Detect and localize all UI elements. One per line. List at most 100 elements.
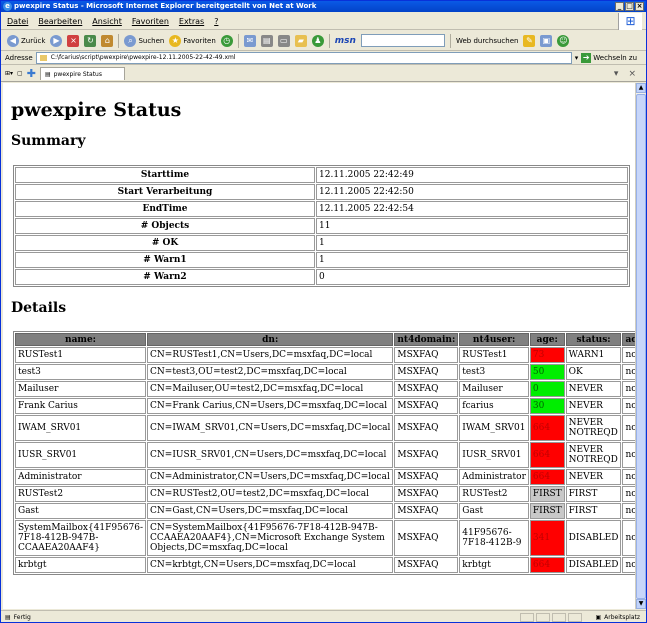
cell-domain: MSXFAQ <box>394 469 459 485</box>
minimize-button[interactable]: _ <box>615 2 624 11</box>
table-row: Gast CN=Gast,CN=Users,DC=msxfaq,DC=local M… <box>15 503 636 519</box>
col-nt4domain: nt4domain: <box>394 333 459 346</box>
cell-user: RUSTest1 <box>459 347 529 363</box>
search-button[interactable]: ⌕ Suchen <box>124 34 164 47</box>
tab-menu-icon[interactable]: ▾ <box>614 69 619 79</box>
edit-icon[interactable]: ▭ <box>277 34 290 47</box>
table-row: Administrator CN=Administrator,CN=Users,D… <box>15 469 636 485</box>
highlight-icon[interactable]: ✎ <box>523 34 536 47</box>
cell-status: DISABLED <box>565 520 622 556</box>
maximize-button[interactable]: □ <box>625 2 634 11</box>
msn-logo: msn <box>334 35 356 46</box>
cell-user: RUSTest2 <box>459 486 529 502</box>
scroll-down-icon[interactable]: ▼ <box>636 599 646 609</box>
cell-action: none <box>622 557 636 573</box>
cell-user: IWAM_SRV01 <box>459 415 529 441</box>
page-done-icon: ▤ <box>5 613 11 621</box>
add-tab-icon[interactable]: ✚ <box>27 67 36 80</box>
tab-close-icon[interactable]: × <box>628 69 636 79</box>
stop-icon[interactable]: × <box>67 34 80 47</box>
msn-search-combo[interactable] <box>360 34 445 47</box>
cell-domain: MSXFAQ <box>394 415 459 441</box>
cell-domain: MSXFAQ <box>394 503 459 519</box>
popup-blocker-icon[interactable]: ▣ <box>540 34 553 47</box>
details-table: name: dn: nt4domain: nt4user: age: statu… <box>13 331 636 575</box>
menu-datei[interactable]: Datei <box>7 17 28 26</box>
menu-favoriten[interactable]: Favoriten <box>132 17 169 26</box>
vertical-scrollbar[interactable]: ▲ ▼ <box>635 83 646 609</box>
forward-arrow-icon: ▶ <box>50 34 63 47</box>
home-icon[interactable]: ⌂ <box>101 34 114 47</box>
back-button[interactable]: ◀ Zurück <box>7 34 45 47</box>
ie-icon: e <box>3 2 12 11</box>
cell-status: FIRST <box>565 486 622 502</box>
title-bar: e pwexpire Status - Microsoft Internet E… <box>1 1 646 12</box>
messenger-icon[interactable]: ♟ <box>311 34 324 47</box>
cell-name: Gast <box>15 503 147 519</box>
cell-status: NEVER <box>565 469 622 485</box>
summary-value: 11 <box>316 218 628 234</box>
go-button[interactable]: ➔ Wechseln zu <box>581 52 637 63</box>
cell-age: 664 <box>529 557 565 573</box>
col-action: action: <box>622 333 636 346</box>
cell-action: none <box>622 486 636 502</box>
cell-name: Mailuser <box>15 381 147 397</box>
summary-value: 0 <box>316 269 628 285</box>
cell-name: test3 <box>15 364 147 380</box>
buddy-icon[interactable]: ☺ <box>557 34 570 47</box>
cell-status: FIRST <box>565 503 622 519</box>
cell-domain: MSXFAQ <box>394 364 459 380</box>
forward-button[interactable]: ▶ <box>50 34 63 47</box>
refresh-icon[interactable]: ↻ <box>84 34 97 47</box>
cell-dn: CN=RUSTest1,CN=Users,DC=msxfaq,DC=local <box>147 347 394 363</box>
favorites-button[interactable]: ★ Favoriten <box>169 34 216 47</box>
close-button[interactable]: × <box>635 2 644 11</box>
cell-user: Administrator <box>459 469 529 485</box>
zone-label: Arbeitsplatz <box>604 613 640 621</box>
tab-bar: ⊞▾ ▢ ✚ ▤ pwexpire Status ▾ × <box>1 66 646 82</box>
cell-dn: CN=Mailuser,OU=test2,DC=msxfaq,DC=local <box>147 381 394 397</box>
cell-user: Mailuser <box>459 381 529 397</box>
cell-domain: MSXFAQ <box>394 486 459 502</box>
summary-row: # Warn2 0 <box>15 269 628 285</box>
tab-pwexpire-status[interactable]: ▤ pwexpire Status <box>39 67 125 80</box>
cell-name: SystemMailbox{41F95676-7F18-412B-947B-CC… <box>15 520 147 556</box>
details-heading: Details <box>11 300 67 316</box>
cell-status: OK <box>565 364 622 380</box>
summary-value: 12.11.2005 22:42:54 <box>316 201 628 217</box>
tab-list-icon[interactable]: ⊞▾ <box>5 70 13 77</box>
star-icon: ★ <box>169 34 182 47</box>
cell-age: FIRST <box>529 503 565 519</box>
folder-icon[interactable]: ▰ <box>294 34 307 47</box>
table-row: IUSR_SRV01 CN=IUSR_SRV01,CN=Users,DC=msxf… <box>15 442 636 468</box>
menu-ansicht[interactable]: Ansicht <box>92 17 122 26</box>
cell-action: none <box>622 415 636 441</box>
cell-domain: MSXFAQ <box>394 347 459 363</box>
cell-dn: CN=SystemMailbox{41F95676-7F18-412B-947B… <box>147 520 394 556</box>
toolbar-separator <box>118 33 120 48</box>
mail-icon[interactable]: ✉ <box>243 34 256 47</box>
new-tab-icon[interactable]: ▢ <box>17 70 23 77</box>
cell-domain: MSXFAQ <box>394 442 459 468</box>
page-icon: ▤ <box>44 70 51 78</box>
summary-row: # Objects 11 <box>15 218 628 234</box>
scroll-up-icon[interactable]: ▲ <box>636 83 646 93</box>
summary-table: Starttime 12.11.2005 22:42:49 Start Verarb… <box>13 165 630 287</box>
print-icon[interactable]: ▤ <box>260 34 273 47</box>
toolbar-separator <box>449 33 451 48</box>
history-icon[interactable]: ◷ <box>220 34 233 47</box>
menu-extras[interactable]: Extras <box>179 17 204 26</box>
summary-row: Starttime 12.11.2005 22:42:49 <box>15 167 628 183</box>
cell-status: NEVER <box>565 381 622 397</box>
address-input[interactable]: C:\fcarius\script\pwexpire\pwexpire-12.1… <box>35 51 572 64</box>
cell-action: none <box>622 364 636 380</box>
menu-bearbeiten[interactable]: Bearbeiten <box>38 17 82 26</box>
cell-status: NEVER NOTREQD <box>565 442 622 468</box>
address-dropdown-icon[interactable]: ▾ <box>575 54 579 62</box>
scroll-thumb[interactable] <box>636 94 646 599</box>
menu-help[interactable]: ? <box>214 17 218 26</box>
windows-logo-icon: ⊞ <box>618 13 642 30</box>
col-nt4user: nt4user: <box>459 333 529 346</box>
cell-dn: CN=Administrator,CN=Users,DC=msxfaq,DC=l… <box>147 469 394 485</box>
web-search-button[interactable]: Web durchsuchen <box>456 37 519 45</box>
